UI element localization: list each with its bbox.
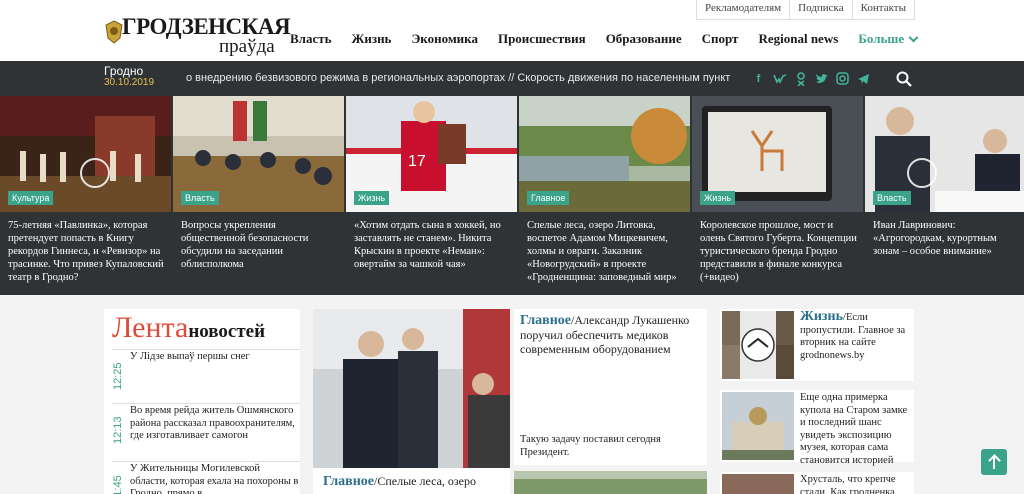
main-story-caption[interactable]: Главное/Спелые леса, озеро bbox=[313, 468, 510, 494]
side-story[interactable]: Еще одна примерка купола на Старом замке… bbox=[720, 390, 914, 466]
mid-story-subtitle: Такую задачу поставил сегодня Президент. bbox=[520, 434, 661, 458]
slide-tag[interactable]: Жизнь bbox=[700, 191, 736, 205]
side-story-text[interactable]: Жизнь/Если пропустили. Главное за вторни… bbox=[800, 310, 912, 362]
news-feed-text[interactable]: У Лідзе выпаў першы снег bbox=[130, 351, 300, 364]
side-story[interactable]: Жизнь/Если пропустили. Главное за вторни… bbox=[720, 309, 914, 381]
news-feed-time: 12:13 bbox=[112, 416, 124, 444]
main-story-photo[interactable] bbox=[313, 309, 510, 468]
news-feed-item[interactable]: 12:25 У Лідзе выпаў першы снег bbox=[112, 349, 300, 403]
carousel-slide[interactable]: 17 Жизнь «Хотим отдать сына в хоккей, но… bbox=[346, 96, 517, 295]
svg-text:17: 17 bbox=[408, 153, 426, 170]
city-label: Гродно bbox=[104, 64, 144, 78]
nav-item-vlast[interactable]: Власть bbox=[290, 31, 332, 47]
slide-tag[interactable]: Главное bbox=[527, 191, 570, 205]
news-feed: Лентановостей 12:25 У Лідзе выпаў першы … bbox=[104, 309, 300, 494]
nav-item-sport[interactable]: Спорт bbox=[702, 31, 739, 47]
mid-story-photo[interactable] bbox=[514, 471, 707, 494]
twitter-icon[interactable] bbox=[813, 71, 830, 86]
date-label: 30.10.2019 bbox=[104, 77, 155, 88]
news-feed-item[interactable]: 11:45 У Жительницы Могилевской области, … bbox=[112, 461, 300, 494]
nav-more-label: Больше bbox=[858, 31, 905, 46]
top-link-advertisers[interactable]: Рекламодателям bbox=[696, 0, 790, 20]
mid-story-title[interactable]: Главное/Александр Лукашенко поручил обес… bbox=[520, 313, 708, 356]
nav-item-obrazovanie[interactable]: Образование bbox=[606, 31, 682, 47]
news-feed-text[interactable]: У Жительницы Могилевской области, котора… bbox=[130, 463, 300, 494]
slide-tag[interactable]: Власть bbox=[873, 191, 911, 205]
nav-item-regional-news[interactable]: Regional news bbox=[758, 31, 838, 47]
coat-of-arms-icon bbox=[105, 20, 123, 44]
carousel-slide[interactable]: Главное Спелые леса, озеро Литовка, восп… bbox=[519, 96, 690, 295]
news-feed-time: 12:25 bbox=[112, 362, 124, 390]
slide-caption[interactable]: Иван Лавринович: «Агрогородкам, курортны… bbox=[873, 219, 1023, 258]
carousel-slide[interactable]: Культура 75-летняя «Павлинка», которая п… bbox=[0, 96, 171, 295]
news-ticker[interactable]: о внедрению безвизового режима в региона… bbox=[186, 72, 738, 84]
side-story-text[interactable]: Хрусталь, что крепче стали. Как гродненк… bbox=[800, 474, 912, 494]
news-feed-item[interactable]: 12:13 Во время рейда житель Ошмянского р… bbox=[112, 403, 300, 461]
nav-more-button[interactable]: Больше bbox=[858, 31, 919, 47]
mid-story-card[interactable]: Главное/Александр Лукашенко поручил обес… bbox=[514, 309, 707, 465]
site-logo[interactable]: ГРОДЗЕНСКАЯ праўда bbox=[104, 14, 291, 58]
main-nav: Власть Жизнь Экономика Происшествия Обра… bbox=[290, 31, 919, 47]
slide-tag[interactable]: Власть bbox=[181, 191, 219, 205]
nav-item-ekonomika[interactable]: Экономика bbox=[411, 31, 478, 47]
instagram-icon[interactable] bbox=[834, 71, 851, 86]
chevron-down-icon bbox=[908, 32, 919, 42]
social-links: f bbox=[750, 71, 872, 86]
slide-tag[interactable]: Жизнь bbox=[354, 191, 390, 205]
news-feed-time: 11:45 bbox=[112, 475, 124, 494]
video-play-icon[interactable] bbox=[80, 158, 110, 188]
carousel-slide[interactable]: Жизнь Королевское прошлое, мост и олень … bbox=[692, 96, 863, 295]
slide-caption[interactable]: Королевское прошлое, мост и олень Святог… bbox=[700, 219, 860, 284]
side-story[interactable]: Хрусталь, что крепче стали. Как гродненк… bbox=[720, 472, 914, 494]
slide-caption[interactable]: «Хотим отдать сына в хоккей, но заставля… bbox=[354, 219, 514, 271]
slide-caption[interactable]: Вопросы укрепления общественной безопасн… bbox=[181, 219, 341, 271]
nav-item-zhizn[interactable]: Жизнь bbox=[352, 31, 392, 47]
top-link-contacts[interactable]: Контакты bbox=[851, 0, 915, 20]
side-story-text[interactable]: Еще одна примерка купола на Старом замке… bbox=[800, 392, 912, 467]
facebook-icon[interactable]: f bbox=[750, 71, 767, 86]
carousel-slide[interactable]: Власть Иван Лавринович: «Агрогородкам, к… bbox=[865, 96, 1024, 295]
telegram-icon[interactable] bbox=[855, 71, 872, 86]
top-links: Рекламодателям Подписка Контакты bbox=[696, 0, 915, 20]
news-feed-text[interactable]: Во время рейда житель Ошмянского района … bbox=[130, 405, 300, 443]
carousel-slide[interactable]: Власть Вопросы укрепления общественной б… bbox=[173, 96, 344, 295]
top-link-subscription[interactable]: Подписка bbox=[789, 0, 852, 20]
search-icon[interactable] bbox=[896, 71, 912, 87]
side-story-thumb bbox=[722, 311, 794, 379]
featured-carousel: Культура 75-летняя «Павлинка», которая п… bbox=[0, 96, 1024, 295]
logo-subtitle: праўда bbox=[219, 36, 275, 57]
slide-caption[interactable]: 75-летняя «Павлинка», которая претендует… bbox=[8, 219, 168, 284]
news-feed-title: Лентановостей bbox=[112, 311, 266, 344]
slide-caption[interactable]: Спелые леса, озеро Литовка, воспетое Ада… bbox=[527, 219, 687, 284]
side-story-thumb bbox=[722, 474, 794, 494]
nav-item-proisshestviya[interactable]: Происшествия bbox=[498, 31, 586, 47]
odnoklassniki-icon[interactable] bbox=[792, 71, 809, 86]
side-story-thumb bbox=[722, 392, 794, 460]
vk-icon[interactable] bbox=[771, 71, 788, 86]
back-to-top-button[interactable] bbox=[981, 449, 1007, 475]
slide-tag[interactable]: Культура bbox=[8, 191, 54, 205]
video-play-icon[interactable] bbox=[907, 158, 937, 188]
site-header: ГРОДЗЕНСКАЯ праўда Рекламодателям Подпис… bbox=[0, 0, 1024, 61]
